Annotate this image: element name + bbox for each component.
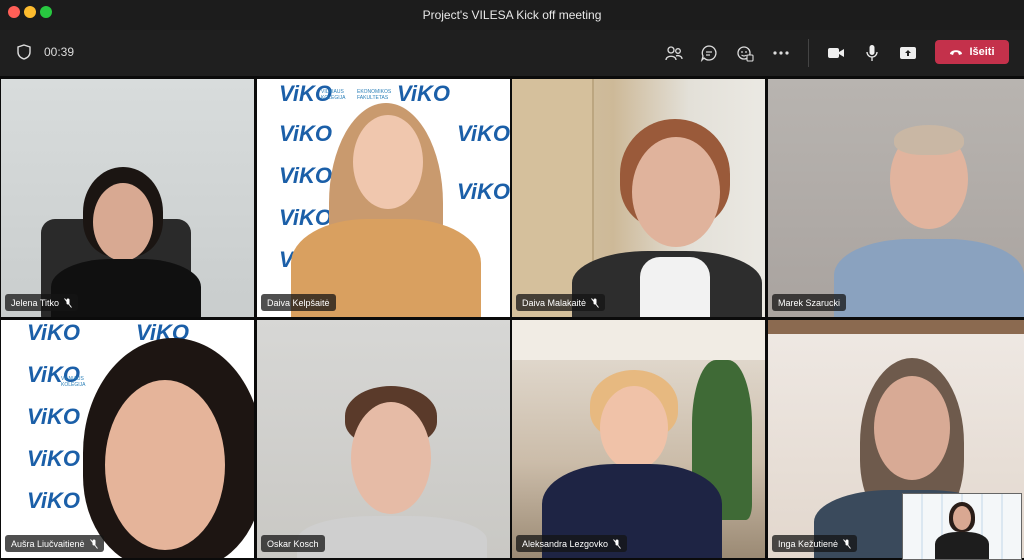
brand-logo: ViKO [27,488,80,514]
brand-logo-text: ViKO [279,121,332,146]
face [93,183,153,261]
participant-name: Aleksandra Lezgovko [522,538,609,549]
brand-logo: ViKO [279,163,332,189]
toolbar-divider [808,39,809,67]
participant-name-chip: Jelena Titko [5,294,79,311]
face [105,380,225,550]
people-button[interactable] [662,41,686,65]
participant-name-chip: Aleksandra Lezgovko [516,535,628,552]
brand-line2: KOLEGIJA [321,95,346,101]
torso [834,239,1024,317]
reactions-button[interactable] [733,41,757,65]
brand-logo: ViKO [457,121,510,147]
brand-logo-text: ViKO [457,179,510,204]
leave-button[interactable]: Išeiti [935,40,1009,64]
face [632,137,720,247]
reactions-icon [737,46,754,62]
participant-tile[interactable]: Marek Szarucki [768,79,1024,317]
brand-line2: KOLEGIJA [61,382,86,388]
participant-name: Inga Kežutienė [778,538,839,549]
brand-text: EKONOMIKOS FAKULTETAS [357,89,391,101]
window-title: Project's VILESA Kick off meeting [422,8,602,22]
torso [297,516,487,558]
torso [935,532,989,559]
mic-off-icon [64,297,72,308]
title-bar: Project's VILESA Kick off meeting [0,0,1024,30]
brand-logo-text: ViKO [27,320,80,345]
participant-tile[interactable]: Jelena Titko [1,79,254,317]
participant-tile[interactable]: Aleksandra Lezgovko [512,320,765,558]
self-view-preview[interactable] [902,493,1022,560]
brand-logo: ViKO [27,404,80,430]
mic-off-icon [89,538,98,549]
brand-logo-text: ViKO [27,488,80,513]
share-icon [900,47,916,59]
brand-logo: ViKO [27,320,80,346]
hair [894,125,964,155]
brand-text: VILNIAUS KOLEGIJA [321,89,345,101]
participant-tile[interactable]: Daiva Malakaitė [512,79,765,317]
participant-name: Aušra Liučvaitienė [11,538,85,549]
phone-hangup-icon [950,49,963,55]
face [353,115,423,209]
brand-logo-text: ViKO [27,404,80,429]
brand-logo: ViKO [279,121,332,147]
shield-icon[interactable] [17,44,31,60]
face [874,376,950,480]
participant-name: Daiva Kelpšaitė [267,297,330,308]
more-icon [773,51,789,55]
share-button[interactable] [896,41,920,65]
leave-label: Išeiti [969,46,995,58]
chat-button[interactable] [697,41,721,65]
brand-logo: ViKO [397,81,450,107]
face [351,402,431,514]
brand-line4: FAKULTETAS [357,95,389,101]
chat-icon [700,45,717,62]
face [600,386,668,470]
mic-icon [866,45,878,61]
participant-name-chip: Marek Szarucki [772,294,847,311]
video-grid: Jelena Titko ViKO VILNIAUS KOLEGIJA EKON… [0,79,1024,558]
mic-off-icon [591,297,599,308]
participant-name-chip: Inga Kežutienė [772,535,858,552]
brand-logo-text: ViKO [397,81,450,106]
participant-name-chip: Oskar Kosch [261,535,325,552]
brand-logo-text: ViKO [457,121,510,146]
brand-logo-text: ViKO [279,163,332,188]
participant-name-chip: Daiva Kelpšaitė [261,294,336,311]
meeting-timer: 00:39 [44,45,75,59]
participant-tile[interactable]: ViKO VILNIAUS KOLEGIJA EKONOMIKOS FAKULT… [257,79,510,317]
meeting-toolbar: 00:39 Išeiti [0,30,1024,76]
people-icon [665,46,683,61]
participant-tile[interactable]: ViKO ViKO ViKO ViKO ViKO ViKO VILNIAUS K… [1,320,254,558]
face [953,506,971,530]
brand-logo: ViKO [27,446,80,472]
brand-logo: ViKO [457,179,510,205]
participant-name-chip: Daiva Malakaitė [516,294,606,311]
participant-tile[interactable]: Oskar Kosch [257,320,510,558]
participant-name: Oskar Kosch [267,538,319,549]
participant-name: Daiva Malakaitė [522,297,587,308]
wood-beam [768,320,1024,334]
mic-button[interactable] [860,41,884,65]
more-button[interactable] [769,41,793,65]
camera-icon [828,48,844,58]
participant-name: Jelena Titko [11,297,60,308]
participant-name-chip: Aušra Liučvaitienė [5,535,104,552]
participant-name: Marek Szarucki [778,297,841,308]
mic-off-icon [613,538,621,549]
brand-text: VILNIAUS KOLEGIJA [61,376,85,388]
collar [640,257,710,317]
ceiling [512,320,765,360]
mic-off-icon [843,538,851,549]
brand-logo-text: ViKO [27,446,80,471]
camera-button[interactable] [824,41,848,65]
